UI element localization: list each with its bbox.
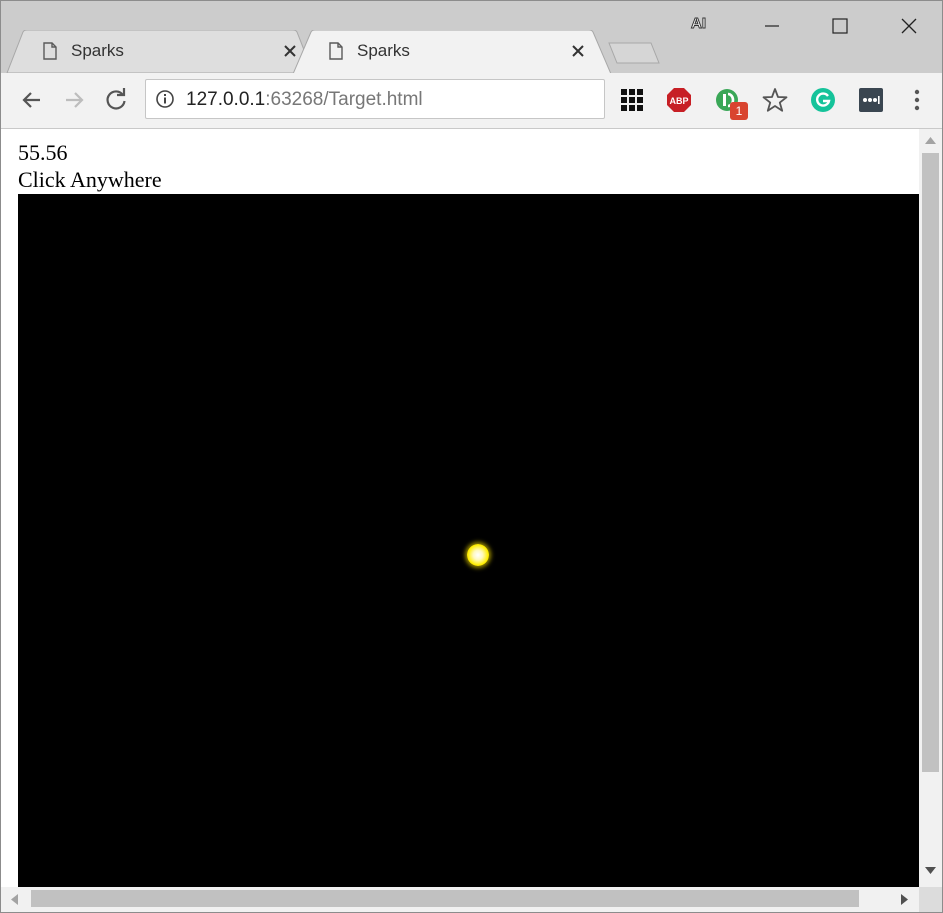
close-window-icon[interactable]	[894, 11, 924, 41]
scroll-right-arrow-icon[interactable]	[901, 894, 908, 905]
vertical-scroll-thumb[interactable]	[922, 153, 939, 772]
address-url: 127.0.0.1:63268/Target.html	[186, 89, 423, 111]
tab-sparks-2[interactable]: Sparks	[293, 30, 613, 74]
scroll-down-arrow-icon[interactable]	[925, 867, 936, 874]
minimize-icon[interactable]	[757, 11, 787, 41]
bookmark-star-icon[interactable]	[762, 87, 788, 113]
forward-arrow-icon[interactable]	[60, 86, 88, 114]
instruction-text: Click Anywhere	[18, 167, 162, 192]
horizontal-scroll-thumb[interactable]	[31, 890, 859, 907]
tab-strip: Sparks Sparks AI	[1, 1, 942, 74]
svg-text:ABP: ABP	[669, 96, 688, 106]
apps-grid-icon[interactable]	[619, 87, 645, 113]
adblock-plus-icon[interactable]: ABP	[666, 87, 692, 113]
address-bar[interactable]: 127.0.0.1:63268/Target.html	[145, 79, 605, 119]
info-icon[interactable]	[155, 89, 175, 109]
game-canvas[interactable]	[18, 194, 919, 887]
scroll-up-arrow-icon[interactable]	[925, 137, 936, 144]
tab-sparks-1[interactable]: Sparks	[5, 30, 317, 73]
url-host: 127.0.0.1	[186, 89, 266, 110]
lastpass-icon[interactable]	[858, 87, 884, 113]
vertical-scrollbar[interactable]	[919, 129, 942, 887]
back-arrow-icon[interactable]	[18, 86, 46, 114]
page-icon	[43, 42, 57, 60]
target-dot[interactable]	[467, 544, 489, 566]
browser-window: Sparks Sparks AI 127.0.0.1:63268/Target.…	[0, 0, 943, 913]
tab-title: Sparks	[357, 41, 410, 60]
scrollbar-corner	[919, 887, 942, 912]
page-icon	[329, 42, 343, 60]
horizontal-scrollbar[interactable]	[1, 887, 919, 912]
reload-icon[interactable]	[102, 86, 130, 114]
scroll-left-arrow-icon[interactable]	[11, 894, 18, 905]
grammarly-icon[interactable]	[810, 87, 836, 113]
close-tab-icon[interactable]	[570, 43, 586, 59]
browser-toolbar: 127.0.0.1:63268/Target.html ABP	[1, 73, 942, 129]
new-tab-button[interactable]	[607, 41, 661, 65]
score-text: 55.56	[18, 140, 68, 165]
url-path: :63268/Target.html	[265, 89, 423, 110]
profile-label[interactable]: AI	[691, 15, 707, 33]
maximize-icon[interactable]	[825, 11, 855, 41]
page-viewport: 55.56 Click Anywhere	[1, 129, 942, 912]
tab-title: Sparks	[71, 41, 124, 60]
menu-kebab-icon[interactable]	[907, 87, 927, 113]
inbox-badge: 1	[730, 102, 748, 120]
